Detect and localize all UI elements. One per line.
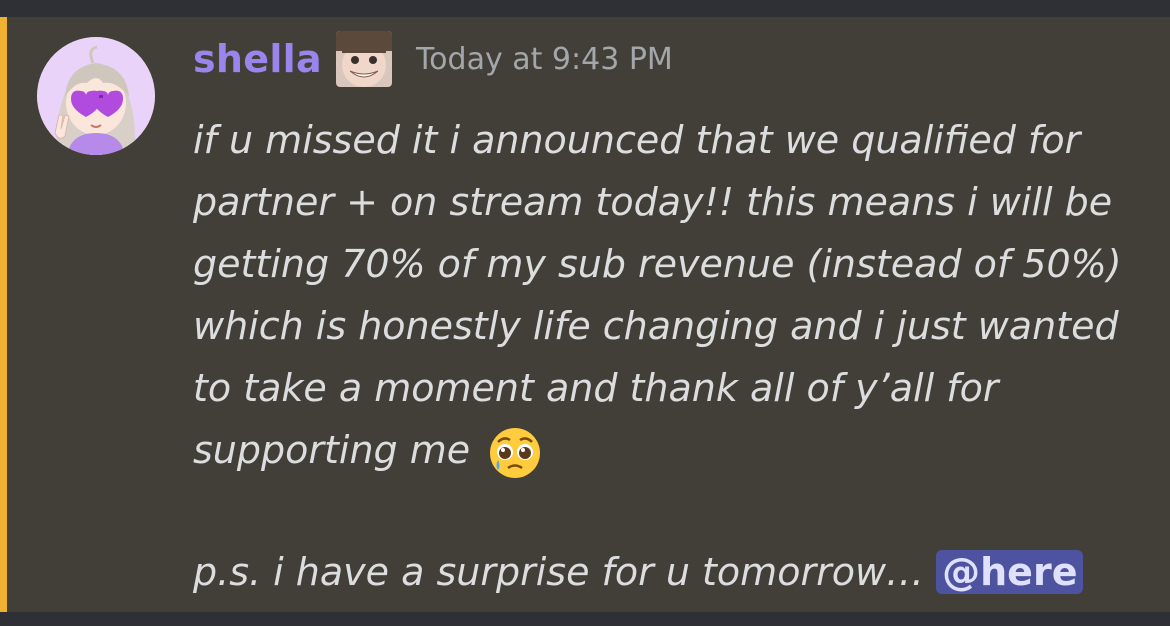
- message-paragraph: if u missed it i announced that we quali…: [193, 109, 1143, 481]
- pleading-face-icon: [488, 426, 542, 480]
- bottom-bar: [0, 612, 1170, 626]
- message-text-ps: p.s. i have a surprise for u tomorrow…: [193, 550, 925, 594]
- role-icon[interactable]: [335, 31, 392, 87]
- message-text: if u missed it i announced that we quali…: [193, 118, 1122, 472]
- avatar[interactable]: [37, 37, 155, 155]
- chat-message[interactable]: shella Today at 9:43 PM if u missed it i…: [0, 17, 1170, 612]
- message-header: shella Today at 9:43 PM: [193, 31, 673, 87]
- message-content: if u missed it i announced that we quali…: [193, 109, 1143, 603]
- here-mention[interactable]: @here: [936, 550, 1084, 594]
- timestamp: Today at 9:43 PM: [415, 41, 673, 77]
- top-bar: [0, 0, 1170, 17]
- mention-highlight-bar: [0, 17, 7, 612]
- message-paragraph-ps: p.s. i have a surprise for u tomorrow… @…: [193, 541, 1143, 603]
- username[interactable]: shella: [193, 37, 322, 81]
